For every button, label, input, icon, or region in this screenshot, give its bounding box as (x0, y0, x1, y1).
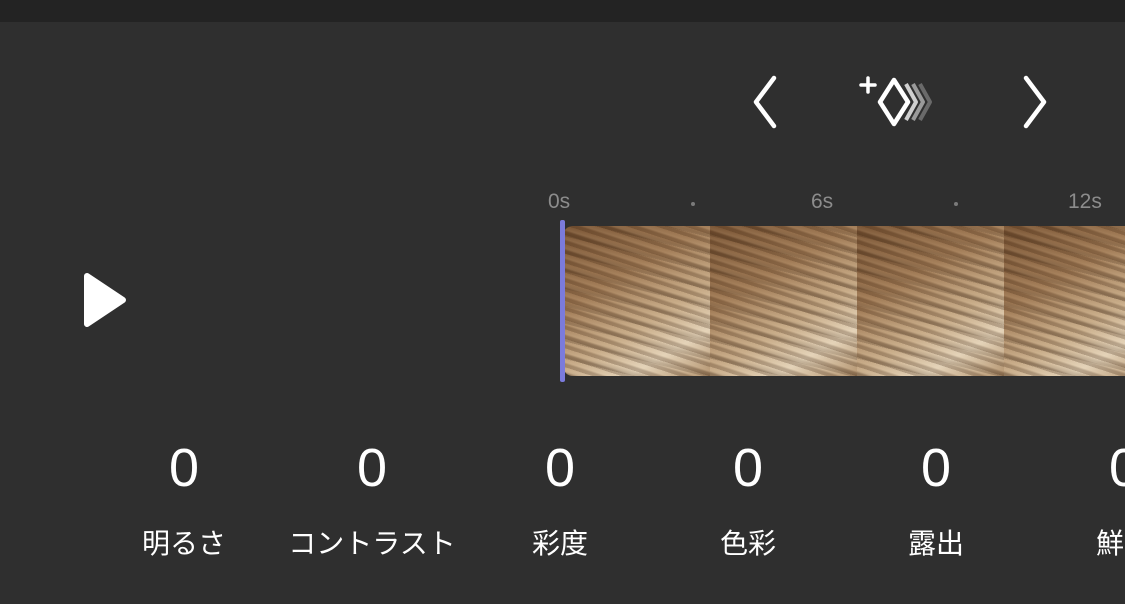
previous-keyframe-button[interactable] (740, 70, 790, 134)
adjust-brightness[interactable]: 0 明るさ (90, 430, 278, 564)
tick-label-1: 6s (811, 190, 834, 213)
next-keyframe-button[interactable] (1010, 70, 1060, 134)
adjust-value: 0 (920, 438, 952, 498)
adjust-label: 明るさ (141, 527, 226, 560)
adjust-vibrance[interactable]: 0 鮮や (1030, 430, 1125, 564)
adjustment-list: 0 明るさ 0 コントラスト 0 彩度 0 色彩 0 露出 0 鮮や (90, 430, 1125, 580)
video-track[interactable] (563, 226, 1125, 376)
chevron-left-icon (753, 75, 777, 129)
add-keyframe-icon (859, 76, 932, 127)
adjust-contrast[interactable]: 0 コントラスト (278, 430, 466, 564)
adjust-label: 鮮や (1095, 527, 1125, 560)
video-frame-thumbnail (710, 226, 857, 376)
adjust-value: 0 (1108, 438, 1125, 498)
tick-label-0: 0s (548, 190, 571, 213)
play-button[interactable] (70, 262, 140, 338)
adjust-saturation[interactable]: 0 彩度 (466, 430, 654, 564)
chevron-right-icon (1023, 75, 1047, 129)
adjust-label: 色彩 (719, 527, 776, 560)
add-keyframe-button[interactable] (855, 70, 945, 134)
tick-dot (954, 202, 958, 206)
adjust-label: コントラスト (288, 527, 456, 560)
video-frame-thumbnail (857, 226, 1004, 376)
adjust-label: 彩度 (531, 527, 588, 560)
timeline-ruler: 0s 6s 12s (540, 190, 1125, 218)
playhead[interactable] (560, 220, 565, 382)
adjust-exposure[interactable]: 0 露出 (842, 430, 1030, 564)
tick-dot (691, 202, 695, 206)
video-frame-thumbnail (563, 226, 710, 376)
adjust-value: 0 (168, 438, 200, 498)
adjust-value: 0 (544, 438, 576, 498)
top-bar (0, 0, 1125, 22)
tick-label-2: 12s (1068, 190, 1102, 213)
adjust-hue[interactable]: 0 色彩 (654, 430, 842, 564)
adjust-value: 0 (356, 438, 388, 498)
adjust-label: 露出 (907, 527, 964, 560)
video-frame-thumbnail (1004, 226, 1125, 376)
adjust-value: 0 (732, 438, 764, 498)
play-icon (84, 273, 126, 327)
